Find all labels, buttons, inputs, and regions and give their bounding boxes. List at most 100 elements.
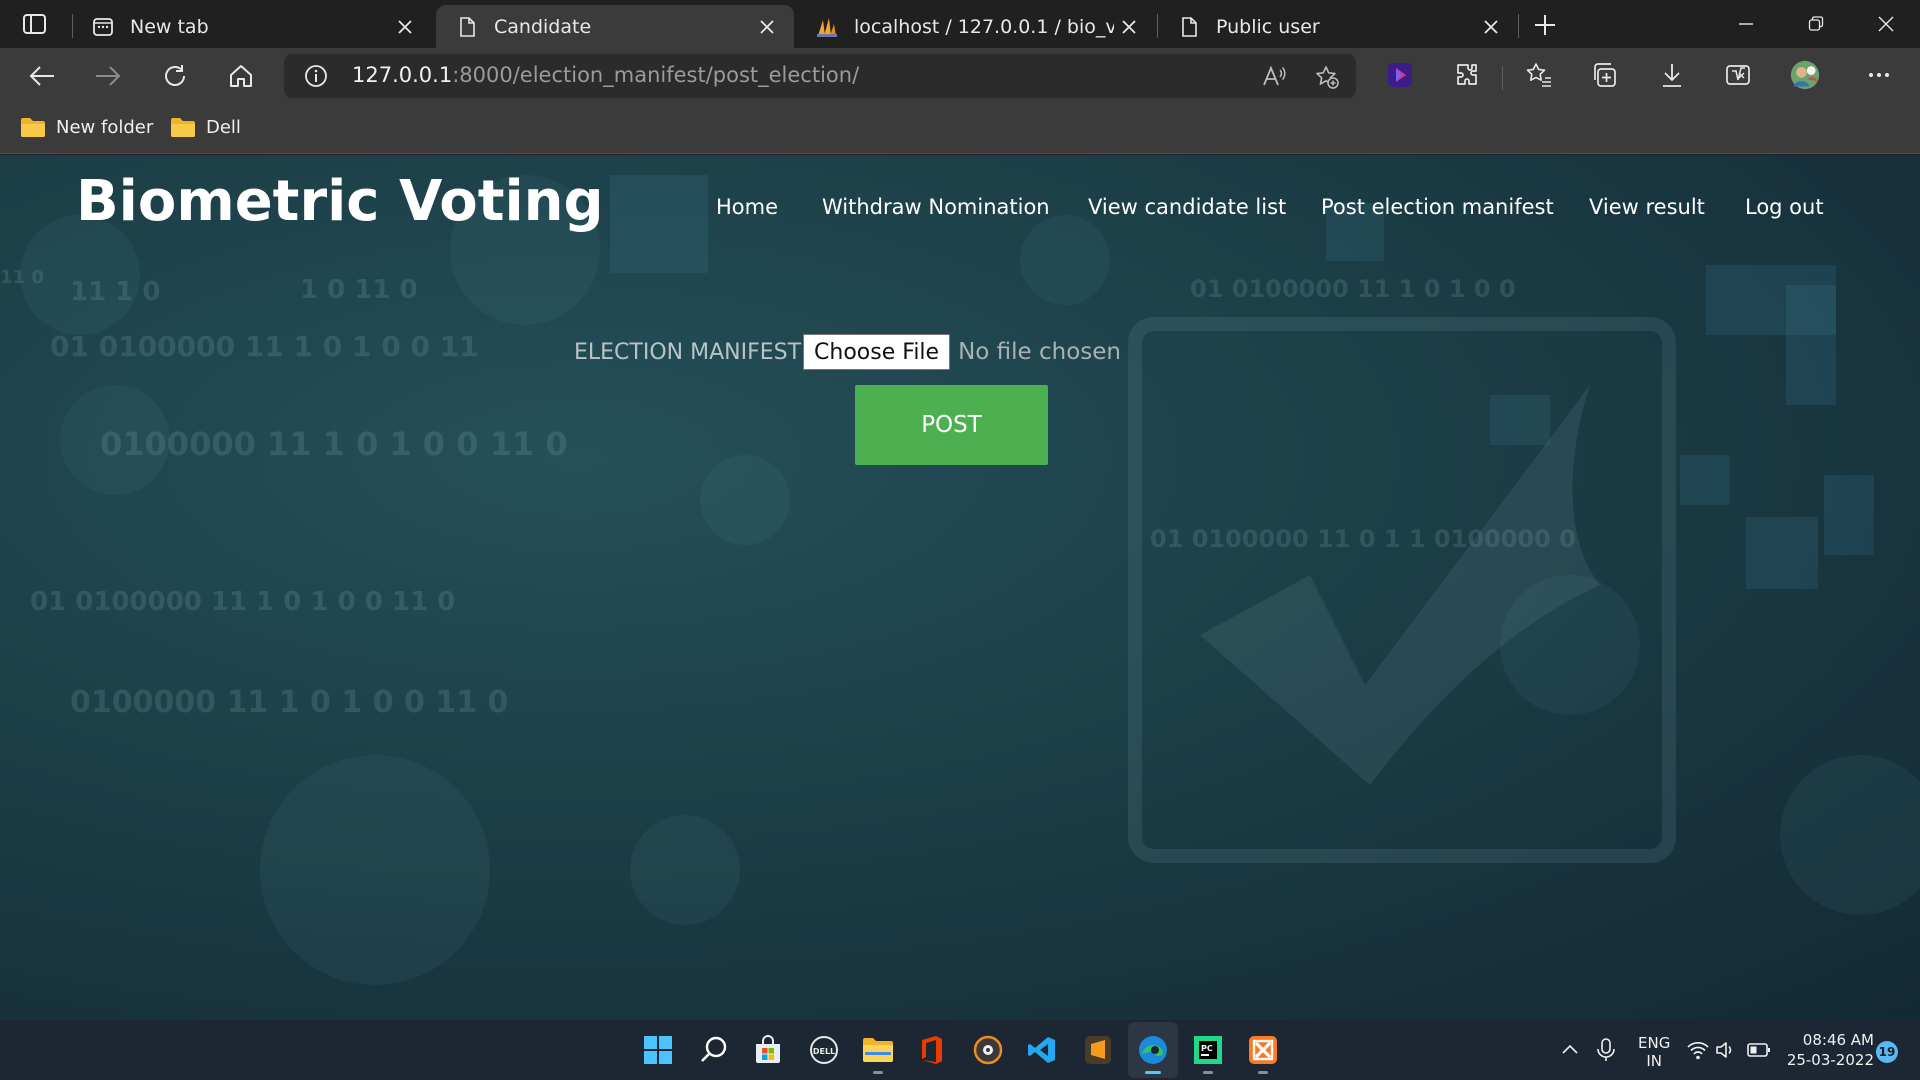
more-menu-icon[interactable] (1864, 60, 1894, 90)
tab-title: localhost / 127.0.0.1 / bio_voting (854, 15, 1114, 38)
edge-icon[interactable] (1135, 1032, 1171, 1074)
tab-separator (1518, 14, 1519, 38)
bookmark-new-folder[interactable]: New folder (20, 116, 153, 138)
clock-date: 25-03-2022 (1786, 1051, 1874, 1069)
close-window-button[interactable] (1868, 8, 1904, 40)
nav-view-candidate-list[interactable]: View candidate list (1088, 195, 1286, 219)
downloads-icon[interactable] (1657, 60, 1687, 90)
microsoft-store-icon[interactable] (750, 1032, 786, 1068)
tab-title: Candidate (494, 15, 592, 38)
language-indicator[interactable]: ENG IN (1638, 1034, 1670, 1070)
minimize-button[interactable] (1728, 8, 1764, 40)
refresh-button[interactable] (157, 58, 193, 94)
sublime-text-icon[interactable] (1080, 1032, 1116, 1068)
profile-avatar[interactable] (1790, 60, 1820, 90)
running-indicator (1203, 1071, 1213, 1074)
info-icon[interactable] (304, 64, 328, 88)
site-title: Biometric Voting (76, 169, 604, 234)
nav-log-out[interactable]: Log out (1745, 195, 1824, 219)
file-input-row: ELECTION MANIFEST Choose File No file ch… (574, 333, 1121, 371)
close-icon (1878, 16, 1894, 32)
collections-icon[interactable] (1591, 60, 1621, 90)
battery-icon[interactable] (1741, 1032, 1777, 1068)
post-button[interactable]: POST (855, 385, 1048, 465)
tab-actions-icon[interactable] (22, 12, 48, 36)
math-solver-icon[interactable] (1723, 60, 1753, 90)
language-code: ENG (1638, 1034, 1671, 1052)
tab-public-user[interactable]: Public user (1158, 5, 1518, 48)
plus-icon (1535, 15, 1555, 35)
close-tab-icon[interactable] (1114, 12, 1144, 42)
close-tab-icon[interactable] (752, 12, 782, 42)
windows-taskbar: DELL PC ENG IN 08:46 AM 25-03-2022 19 (0, 1020, 1920, 1080)
add-favorite-icon[interactable] (1314, 64, 1340, 90)
back-button[interactable] (24, 58, 60, 94)
minimize-icon (1739, 23, 1753, 25)
new-tab-button[interactable] (1530, 10, 1560, 40)
home-icon (230, 65, 252, 87)
tab-bar: New tab Candidate localhost / 127.0.0.1 … (0, 0, 1920, 48)
close-tab-icon[interactable] (390, 12, 420, 42)
url-text[interactable]: 127.0.0.1:8000/election_manifest/post_el… (352, 63, 859, 87)
dell-icon[interactable]: DELL (806, 1032, 842, 1068)
tab-title: New tab (130, 15, 209, 38)
tab-phpmyadmin[interactable]: localhost / 127.0.0.1 / bio_voting (796, 5, 1156, 48)
media-player-icon[interactable] (970, 1032, 1006, 1068)
office-icon[interactable] (914, 1032, 950, 1068)
back-arrow-icon (29, 66, 54, 86)
xampp-icon[interactable] (1245, 1032, 1281, 1074)
page-content: 11 0 11 1 0 1 0 11 0 01 0100000 11 1 0 1… (0, 155, 1920, 1020)
address-bar[interactable]: 127.0.0.1:8000/election_manifest/post_el… (284, 54, 1356, 98)
pycharm-icon[interactable]: PC (1190, 1032, 1226, 1074)
restore-button[interactable] (1798, 8, 1834, 40)
notification-badge[interactable]: 19 (1876, 1041, 1898, 1063)
vscode-icon[interactable] (1024, 1032, 1060, 1068)
clock-time: 08:46 AM (1802, 1031, 1874, 1049)
bookmark-dell[interactable]: Dell (170, 116, 241, 138)
bookmark-label: Dell (206, 116, 241, 138)
nav-withdraw-nomination[interactable]: Withdraw Nomination (822, 195, 1050, 219)
tab-title: Public user (1216, 15, 1320, 38)
refresh-icon (165, 65, 185, 86)
home-button[interactable] (223, 58, 259, 94)
running-indicator (1258, 1071, 1268, 1074)
nav-home[interactable]: Home (716, 195, 778, 219)
forward-arrow-icon (96, 66, 121, 86)
file-status-text: No file chosen (958, 339, 1122, 365)
url-host: 127.0.0.1 (352, 63, 453, 87)
show-hidden-icons-chevron-icon[interactable] (1552, 1032, 1588, 1068)
toolbar-separator (1502, 66, 1503, 90)
url-path: :8000/election_manifest/post_election/ (452, 63, 860, 87)
windows-start-icon[interactable] (640, 1032, 676, 1068)
bookmarks-bar: New folder Dell (0, 104, 1920, 154)
extension-video-icon[interactable] (1385, 60, 1415, 90)
forward-button[interactable] (90, 58, 126, 94)
bookmark-label: New folder (56, 116, 154, 138)
file-explorer-icon[interactable] (860, 1032, 896, 1074)
microphone-icon[interactable] (1588, 1032, 1624, 1068)
nav-view-result[interactable]: View result (1589, 195, 1705, 219)
extensions-icon[interactable] (1451, 60, 1481, 90)
tab-new-tab[interactable]: New tab (72, 5, 432, 48)
read-aloud-icon[interactable] (1261, 64, 1287, 90)
election-manifest-label: ELECTION MANIFEST (574, 339, 802, 365)
choose-file-button[interactable]: Choose File (803, 334, 951, 370)
volume-icon[interactable] (1708, 1032, 1744, 1068)
page-icon (460, 16, 475, 37)
tab-candidate[interactable]: Candidate (436, 5, 794, 48)
restore-icon (1808, 16, 1824, 31)
newtab-page-icon (93, 17, 113, 36)
active-indicator (1145, 1071, 1161, 1074)
folder-icon (171, 118, 195, 137)
nav-post-election-manifest[interactable]: Post election manifest (1321, 195, 1554, 219)
browser-toolbar: 127.0.0.1:8000/election_manifest/post_el… (0, 48, 1920, 104)
page-icon (1182, 16, 1197, 37)
phpmyadmin-icon (817, 17, 837, 37)
system-clock[interactable]: 08:46 AM 25-03-2022 (1784, 1030, 1874, 1070)
svg-text:PC: PC (1201, 1044, 1213, 1053)
running-indicator (873, 1071, 883, 1074)
search-icon[interactable] (696, 1032, 732, 1068)
favorites-icon[interactable] (1524, 60, 1554, 90)
close-tab-icon[interactable] (1476, 12, 1506, 42)
svg-text:DELL: DELL (813, 1047, 835, 1056)
